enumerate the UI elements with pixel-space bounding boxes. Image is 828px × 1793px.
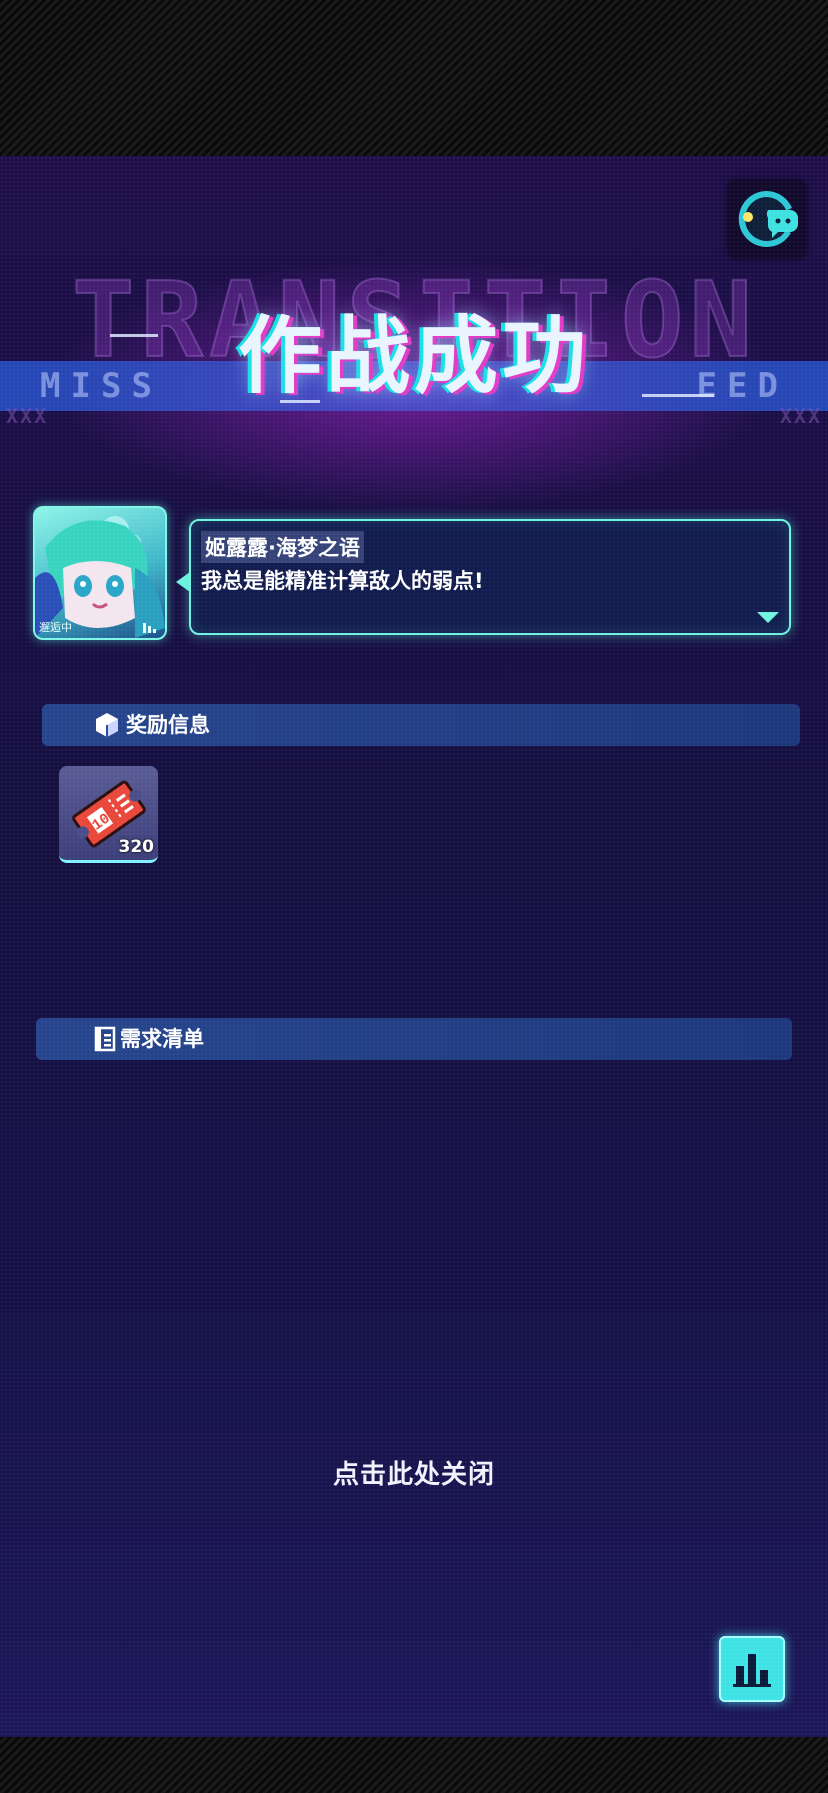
mission-success-title: 作战成功 (237, 307, 590, 405)
reward-count: 320 (118, 837, 155, 857)
list-icon (94, 1026, 116, 1052)
requirements-label: 需求清单 (120, 1027, 204, 1051)
next-arrow-icon (757, 612, 779, 623)
pacman-chat-icon (738, 190, 798, 247)
dialogue-text: 我总是能精准计算敌人的弱点! (201, 569, 484, 593)
speaker-name: 姬露露·海梦之语 (201, 531, 364, 563)
rewards-label: 奖励信息 (126, 713, 210, 737)
decor-xxx-left: XXX (6, 404, 49, 428)
rewards-section-header: 奖励信息 (42, 704, 800, 746)
battle-result-screen: TRANSITION M I S S E E D XXX XXX 作战成功 邂逅… (0, 156, 828, 1737)
status-bar-area (0, 0, 828, 156)
signal-icon (143, 623, 156, 633)
stats-button[interactable] (719, 1636, 785, 1702)
menu-button[interactable] (728, 180, 806, 258)
requirements-section-header: 需求清单 (36, 1018, 792, 1060)
character-portrait: 邂逅中 (33, 506, 167, 640)
character-status: 邂逅中 (39, 621, 72, 634)
decor-xxx-right: XXX (779, 404, 822, 428)
bubble-tail (176, 572, 190, 592)
bar-chart-icon (733, 1654, 771, 1687)
navigation-bar-area (0, 1737, 828, 1793)
cube-icon (96, 713, 118, 737)
reward-item[interactable]: 10 320 (59, 766, 158, 863)
dialogue-bubble[interactable]: 姬露露·海梦之语 我总是能精准计算敌人的弱点! (189, 519, 791, 635)
tap-to-close[interactable]: 点击此处关闭 (0, 1454, 828, 1491)
